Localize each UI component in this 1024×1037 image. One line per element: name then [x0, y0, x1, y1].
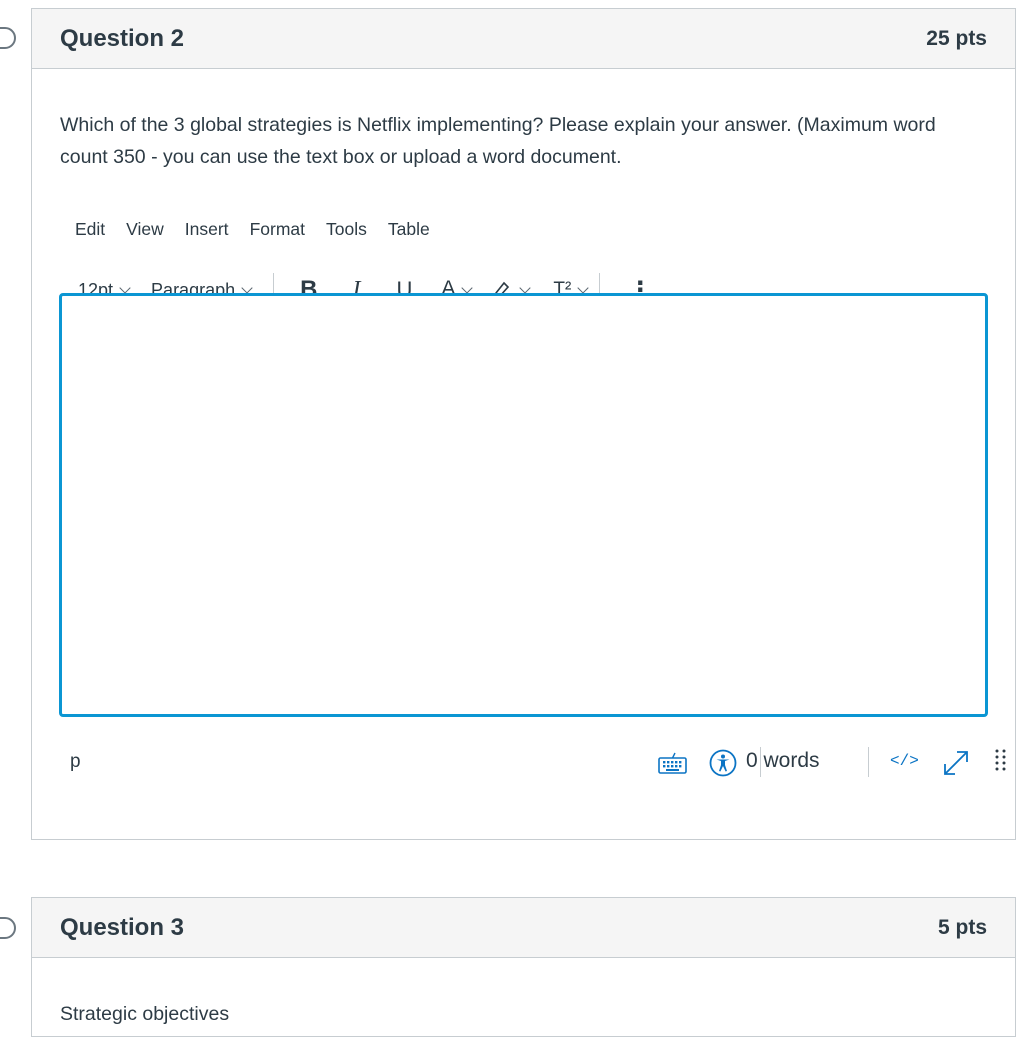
chevron-down-icon: [519, 281, 532, 294]
question-3-header: Question 3 5 pts: [32, 898, 1015, 958]
word-count[interactable]: 0 words: [746, 749, 820, 773]
keyboard-shortcuts-icon[interactable]: [658, 752, 687, 774]
flag-question-3-icon[interactable]: [0, 917, 16, 939]
chevron-down-icon: [119, 281, 131, 294]
element-path[interactable]: p: [70, 751, 81, 773]
resize-handle-icon[interactable]: [994, 747, 1008, 777]
editor-statusbar: p 0 words </>: [70, 742, 1006, 782]
question-text: Which of the 3 global strategies is Netf…: [60, 114, 936, 168]
rich-text-editor[interactable]: [59, 293, 988, 717]
chevron-down-icon: [461, 281, 474, 294]
fullscreen-expand-icon[interactable]: [941, 748, 971, 778]
question-2-header: Question 2 25 pts: [32, 9, 1015, 69]
question-2: Question 2 25 pts Which of the 3 global …: [31, 8, 1016, 840]
menu-format[interactable]: Format: [250, 219, 305, 240]
chevron-down-icon: [241, 281, 253, 294]
menu-tools[interactable]: Tools: [326, 219, 367, 240]
question-points: 25 pts: [926, 26, 987, 50]
menu-insert[interactable]: Insert: [185, 219, 229, 240]
editor-menubar: Edit View Insert Format Tools Table: [75, 219, 451, 240]
menu-view[interactable]: View: [126, 219, 164, 240]
menu-edit[interactable]: Edit: [75, 219, 105, 240]
flag-question-2-icon[interactable]: [0, 27, 16, 49]
accessibility-checker-icon[interactable]: [709, 749, 737, 777]
chevron-down-icon: [577, 281, 589, 294]
question-text: Strategic objectives: [60, 1003, 230, 1025]
statusbar-divider: [868, 747, 869, 777]
question-3: Question 3 5 pts Strategic objectives: [31, 897, 1016, 1037]
menu-table[interactable]: Table: [388, 219, 430, 240]
html-editor-button[interactable]: </>: [890, 752, 919, 770]
question-title: Question 3: [60, 913, 185, 941]
question-title: Question 2: [60, 24, 185, 52]
question-points: 5 pts: [937, 915, 987, 939]
